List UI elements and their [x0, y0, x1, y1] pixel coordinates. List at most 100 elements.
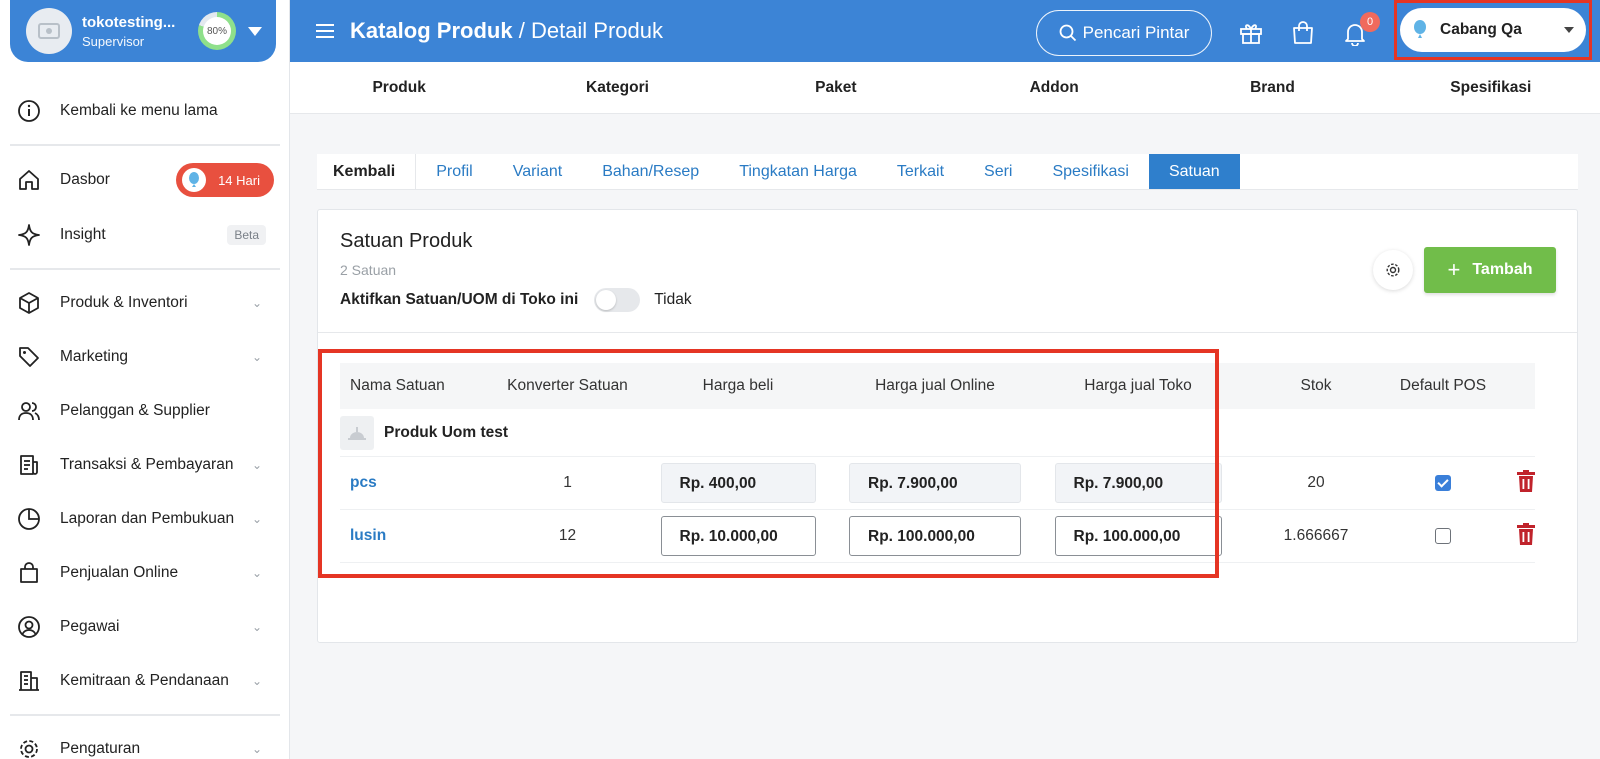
product-row: Produk Uom test [340, 409, 1535, 457]
store-avatar [26, 8, 72, 54]
divider [10, 714, 280, 716]
balloon-icon [1414, 20, 1426, 38]
sidebar-item-pengaturan[interactable]: Pengaturan ⌄ [0, 722, 290, 759]
online-price-field: Rp. 7.900,00 [849, 463, 1021, 503]
caret-down-icon[interactable] [248, 26, 262, 36]
tab-bahan-resep[interactable]: Bahan/Resep [582, 154, 719, 189]
chevron-down-icon: ⌄ [251, 674, 262, 688]
home-icon [16, 167, 42, 193]
sidebar-item-label: Insight [60, 226, 106, 243]
col-harga-beli: Harga beli [702, 377, 774, 394]
col-default-pos: Default POS [1399, 377, 1487, 394]
breadcrumb-root[interactable]: Katalog Produk [350, 18, 513, 43]
table-header: Nama Satuan Konverter Satuan Harga beli … [340, 363, 1535, 409]
col-nama-satuan: Nama Satuan [350, 377, 445, 394]
sidebar-item-laporan[interactable]: Laporan dan Pembukuan ⌄ [0, 492, 290, 546]
tab-variant[interactable]: Variant [493, 154, 583, 189]
pie-chart-icon [16, 506, 42, 532]
divider [10, 268, 280, 270]
smart-search-button[interactable]: Pencari Pintar [1036, 10, 1212, 56]
profile-progress-value: 80% [203, 17, 231, 45]
sidebar-item-kemitraan[interactable]: Kemitraan & Pendanaan ⌄ [0, 654, 290, 708]
account-switcher[interactable]: tokotesting... Supervisor 80% [10, 0, 276, 62]
unit-converter: 12 [558, 527, 577, 544]
profile-progress-ring: 80% [198, 12, 236, 50]
sidebar-item-pegawai[interactable]: Pegawai ⌄ [0, 600, 290, 654]
account-name: tokotesting... [82, 13, 176, 31]
sidebar-item-marketing[interactable]: Marketing ⌄ [0, 330, 290, 384]
unit-stock: 1.666667 [1283, 527, 1349, 544]
tab-spesifikasi[interactable]: Spesifikasi [1032, 154, 1148, 189]
table-row: lusin 12 Rp. 10.000,00 Rp. 100.000,00 Rp… [340, 510, 1535, 563]
tab-tingkatan-harga[interactable]: Tingkatan Harga [719, 154, 877, 189]
uom-toggle-label: Aktifkan Satuan/UOM di Toko ini [340, 291, 579, 308]
store-price-input[interactable]: Rp. 100.000,00 [1054, 516, 1222, 556]
tab-profil[interactable]: Profil [416, 154, 492, 189]
trial-days-badge[interactable]: 14 Hari [176, 163, 274, 197]
branch-selector[interactable]: Cabang Qa [1400, 8, 1586, 52]
tab-satuan[interactable]: Satuan [1148, 154, 1240, 189]
trash-icon[interactable] [1516, 522, 1535, 550]
chevron-down-icon: ⌄ [251, 458, 262, 472]
divider [318, 332, 1577, 333]
uom-toggle-row: Aktifkan Satuan/UOM di Toko ini Tidak [340, 288, 692, 312]
catalog-nav-produk[interactable]: Produk [290, 62, 508, 113]
gear-icon [1386, 263, 1400, 277]
add-unit-button[interactable]: + Tambah [1424, 247, 1556, 293]
gift-icon[interactable] [1238, 20, 1264, 46]
table-row: pcs 1 Rp. 400,00 Rp. 7.900,00 Rp. 7.900,… [340, 457, 1535, 510]
tab-terkait[interactable]: Terkait [877, 154, 964, 189]
chevron-down-icon: ⌄ [251, 742, 262, 756]
sidebar-item-produk[interactable]: Produk & Inventori ⌄ [0, 276, 290, 330]
unit-name-link[interactable]: pcs [350, 474, 377, 491]
caret-down-icon [1564, 27, 1574, 33]
settings-button[interactable] [1373, 250, 1413, 290]
user-circle-icon [16, 614, 42, 640]
sidebar-item-old-menu[interactable]: Kembali ke menu lama [0, 84, 290, 138]
sidebar-item-penjualan-online[interactable]: Penjualan Online ⌄ [0, 546, 290, 600]
sidebar-item-label: Pegawai [60, 618, 120, 635]
breadcrumb: Katalog Produk / Detail Produk [350, 18, 663, 44]
unit-name-link[interactable]: lusin [350, 527, 386, 544]
box-icon [16, 290, 42, 316]
sidebar-item-insight[interactable]: Insight Beta [0, 208, 290, 262]
sidebar-item-label: Penjualan Online [60, 564, 179, 581]
chevron-down-icon: ⌄ [251, 620, 262, 634]
sidebar-item-dasbor[interactable]: Dasbor 14 Hari [0, 152, 290, 208]
buy-price-input[interactable]: Rp. 10.000,00 [660, 516, 816, 556]
catalog-nav-paket[interactable]: Paket [727, 62, 945, 113]
tab-kembali[interactable]: Kembali [317, 154, 417, 189]
catalog-nav-addon[interactable]: Addon [945, 62, 1163, 113]
trash-icon[interactable] [1516, 469, 1535, 497]
balloon-icon [182, 168, 207, 192]
sparkle-icon [16, 222, 42, 248]
sidebar-item-pelanggan[interactable]: Pelanggan & Supplier [0, 384, 290, 438]
beta-badge: Beta [227, 225, 266, 245]
catalog-nav-spesifikasi[interactable]: Spesifikasi [1382, 62, 1600, 113]
col-harga-toko: Harga jual Toko [1084, 377, 1192, 394]
settings-icon [16, 736, 42, 759]
tab-seri[interactable]: Seri [964, 154, 1032, 189]
bell-icon[interactable]: 0 [1342, 12, 1380, 47]
sidebar-item-transaksi[interactable]: Transaksi & Pembayaran ⌄ [0, 438, 290, 492]
catalog-nav-kategori[interactable]: Kategori [508, 62, 726, 113]
panel-title: Satuan Produk [340, 230, 473, 252]
satuan-panel: Satuan Produk 2 Satuan Aktifkan Satuan/U… [317, 209, 1578, 643]
sidebar-item-label: Transaksi & Pembayaran [60, 456, 234, 473]
catalog-nav-brand[interactable]: Brand [1163, 62, 1381, 113]
notification-count: 0 [1360, 12, 1380, 32]
divider [10, 144, 280, 146]
branch-name: Cabang Qa [1440, 21, 1522, 38]
trial-days-text: 14 Hari [218, 172, 260, 188]
top-bar: Katalog Produk / Detail Produk Pencari P… [290, 0, 1600, 62]
online-price-input[interactable]: Rp. 100.000,00 [849, 516, 1021, 556]
default-pos-checkbox[interactable] [1435, 527, 1451, 544]
menu-icon[interactable] [316, 24, 334, 38]
default-pos-checkbox[interactable] [1435, 474, 1451, 491]
breadcrumb-current: Detail Produk [530, 18, 664, 43]
shopping-bag-icon[interactable] [1290, 20, 1316, 46]
col-harga-online: Harga jual Online [875, 377, 995, 394]
sidebar-item-label: Laporan dan Pembukuan [60, 510, 235, 527]
chevron-down-icon: ⌄ [251, 512, 262, 526]
uom-toggle-switch[interactable] [594, 288, 641, 312]
